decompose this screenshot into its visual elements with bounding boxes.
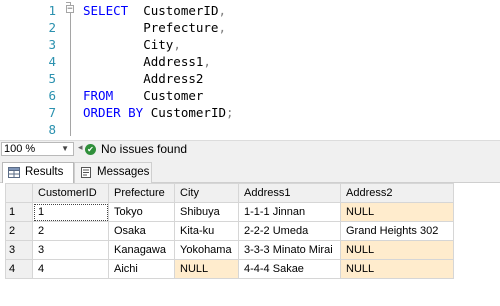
tab-messages-label: Messages: [97, 166, 150, 178]
line-number: 6: [48, 88, 56, 103]
code-line[interactable]: 2 Prefecture,: [0, 19, 500, 36]
row-header[interactable]: 4: [5, 259, 33, 279]
code-text: Prefecture,: [83, 19, 226, 36]
sql-token: ,: [173, 37, 181, 52]
line-number: 8: [48, 122, 56, 137]
sql-token: ,: [203, 54, 211, 69]
results-grid-area: CustomerID Prefecture City Address1 Addr…: [0, 183, 500, 306]
sql-token: Prefecture: [83, 20, 219, 35]
line-number: 2: [48, 20, 56, 35]
code-line[interactable]: 4 Address1,: [0, 53, 500, 70]
sql-token: ,: [218, 3, 226, 18]
check-icon: ✔: [85, 144, 96, 155]
code-text: City,: [83, 36, 181, 53]
column-header-address1[interactable]: Address1: [238, 183, 341, 203]
table-row[interactable]: 4 4 Aichi NULL 4-4-4 Sakae NULL: [5, 259, 454, 279]
cell-address1[interactable]: 3-3-3 Minato Mirai: [238, 240, 341, 260]
sql-token: Customer: [113, 88, 204, 103]
line-number: 4: [48, 54, 56, 69]
cell-customerid[interactable]: 4: [32, 259, 109, 279]
code-line[interactable]: 3 City,: [0, 36, 500, 53]
code-line[interactable]: 5 Address2: [0, 70, 500, 87]
sql-token: ;: [226, 105, 234, 120]
scroll-left-icon[interactable]: ◂: [78, 143, 83, 153]
cell-prefecture[interactable]: Aichi: [108, 259, 175, 279]
table-row[interactable]: 3 3 Kanagawa Yokohama 3-3-3 Minato Mirai NULL: [5, 240, 454, 260]
cell-prefecture[interactable]: Kanagawa: [108, 240, 175, 260]
row-header[interactable]: 3: [5, 240, 33, 260]
chevron-down-icon: ▼: [61, 144, 69, 153]
corner-cell[interactable]: [5, 183, 33, 203]
code-text: SELECT CustomerID,: [83, 2, 226, 19]
line-number: 5: [48, 71, 56, 86]
cell-city[interactable]: Yokohama: [174, 240, 239, 260]
issues-status: No issues found: [101, 142, 188, 156]
sql-keyword: FROM: [83, 88, 114, 103]
messages-icon: [81, 167, 91, 178]
sql-token: Address2: [83, 71, 204, 86]
code-text: Address2: [83, 70, 203, 87]
cell-city[interactable]: Kita-ku: [174, 221, 239, 241]
sql-token: CustomerID: [128, 3, 219, 18]
sql-token: CustomerID: [143, 105, 227, 120]
cell-address2[interactable]: Grand Heights 302: [340, 221, 454, 241]
code-text: FROM Customer: [83, 87, 203, 104]
code-line[interactable]: 1 SELECT CustomerID,: [0, 2, 500, 19]
sql-token: City: [83, 37, 174, 52]
cell-address1[interactable]: 4-4-4 Sakae: [238, 259, 341, 279]
code-text: Address1,: [83, 53, 211, 70]
line-number: 3: [48, 37, 56, 52]
cell-prefecture[interactable]: Osaka: [108, 221, 175, 241]
cell-city[interactable]: NULL: [174, 259, 239, 279]
cell-customerid[interactable]: 3: [32, 240, 109, 260]
cell-city[interactable]: Shibuya: [174, 202, 239, 222]
sql-token: ,: [218, 20, 226, 35]
cell-address2[interactable]: NULL: [340, 240, 454, 260]
cell-address2[interactable]: NULL: [340, 202, 454, 222]
column-header-address2[interactable]: Address2: [340, 183, 454, 203]
line-number: 7: [48, 105, 56, 120]
table-row[interactable]: 2 2 Osaka Kita-ku 2-2-2 Umeda Grand Heights 3…: [5, 221, 454, 241]
column-header-city[interactable]: City: [174, 183, 239, 203]
code-line[interactable]: 6 FROM Customer: [0, 87, 500, 104]
cell-customerid[interactable]: 1: [32, 202, 109, 222]
code-line[interactable]: 8: [0, 121, 500, 138]
code-text: ORDER BY CustomerID;: [83, 104, 234, 121]
tab-results[interactable]: Results: [2, 162, 74, 183]
tab-results-label: Results: [25, 166, 64, 178]
grid-icon: [8, 167, 20, 178]
column-header-prefecture[interactable]: Prefecture: [108, 183, 175, 203]
tab-messages[interactable]: Messages: [74, 162, 152, 183]
cell-prefecture[interactable]: Tokyo: [108, 202, 175, 222]
cell-address1[interactable]: 1-1-1 Jinnan: [238, 202, 341, 222]
code-line[interactable]: 7 ORDER BY CustomerID;: [0, 104, 500, 121]
cell-address1[interactable]: 2-2-2 Umeda: [238, 221, 341, 241]
sql-editor[interactable]: − 1 SELECT CustomerID, 2 Prefecture, 3 City…: [0, 0, 500, 140]
sql-keyword: ORDER BY: [83, 105, 144, 120]
row-header[interactable]: 2: [5, 221, 33, 241]
sql-keyword: SELECT: [83, 3, 129, 18]
line-number: 1: [48, 3, 56, 18]
zoom-dropdown[interactable]: 100 % ▼: [1, 142, 74, 156]
results-tabs: Results Messages: [0, 157, 500, 183]
column-header-customerid[interactable]: CustomerID: [32, 183, 109, 203]
zoom-value: 100 %: [4, 143, 36, 155]
editor-status-strip: 100 % ▼ ◂ ✔ No issues found: [0, 140, 500, 157]
grid-header-row: CustomerID Prefecture City Address1 Addr…: [5, 183, 454, 203]
cell-customerid[interactable]: 2: [32, 221, 109, 241]
table-row[interactable]: 1 1 Tokyo Shibuya 1-1-1 Jinnan NULL: [5, 202, 454, 222]
sql-token: Address1: [83, 54, 204, 69]
results-grid[interactable]: CustomerID Prefecture City Address1 Addr…: [5, 183, 454, 279]
cell-address2[interactable]: NULL: [340, 259, 454, 279]
row-header[interactable]: 1: [5, 202, 33, 222]
